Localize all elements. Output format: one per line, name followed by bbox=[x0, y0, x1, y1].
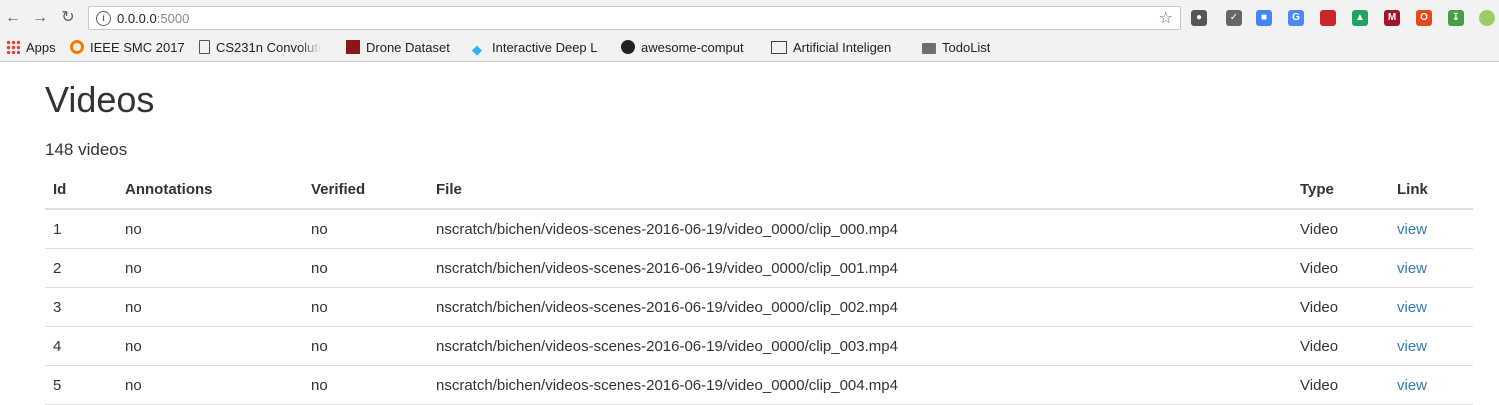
cell-id: 2 bbox=[45, 248, 117, 288]
table-row: 2 no no nscratch/bichen/videos-scenes-20… bbox=[45, 248, 1473, 288]
bookmark-interactive-deep[interactable]: ◆ Interactive Deep L bbox=[472, 39, 608, 57]
bookmark-label: Apps bbox=[26, 40, 56, 55]
cell-type: Video bbox=[1292, 326, 1389, 366]
cell-verified: no bbox=[303, 209, 428, 249]
video-count: 148 videos bbox=[45, 140, 128, 159]
bookmark-drone-dataset[interactable]: Drone Dataset bbox=[346, 39, 450, 57]
bookmark-label: TodoList bbox=[942, 40, 991, 55]
apps-grid-icon bbox=[6, 40, 20, 54]
cell-id: 4 bbox=[45, 326, 117, 366]
page-icon bbox=[199, 40, 210, 54]
cell-link: view bbox=[1389, 209, 1473, 249]
diamond-icon: ◆ bbox=[472, 42, 482, 57]
page-title: Videos bbox=[45, 79, 155, 120]
address-bar[interactable]: i 0.0.0.0:5000 ☆ bbox=[88, 6, 1181, 30]
forward-arrow-icon[interactable]: → bbox=[31, 9, 49, 27]
table-row: 1 no no nscratch/bichen/videos-scenes-20… bbox=[45, 209, 1473, 249]
office-icon[interactable]: O bbox=[1416, 10, 1432, 26]
url-host: 0.0.0.0 bbox=[117, 11, 157, 26]
info-icon[interactable]: i bbox=[96, 11, 111, 26]
cell-link: view bbox=[1389, 248, 1473, 288]
cell-file: nscratch/bichen/videos-scenes-2016-06-19… bbox=[428, 365, 1292, 405]
cell-verified: no bbox=[303, 287, 428, 327]
cell-annotations: no bbox=[117, 365, 303, 405]
reload-icon[interactable]: ↻ bbox=[59, 9, 77, 27]
cell-annotations: no bbox=[117, 326, 303, 366]
bookmark-apps[interactable]: Apps bbox=[6, 39, 56, 57]
book-icon bbox=[771, 41, 787, 54]
feedly-icon[interactable]: ↧ bbox=[1448, 10, 1464, 26]
table-row: 3 no no nscratch/bichen/videos-scenes-20… bbox=[45, 287, 1473, 327]
videos-table: Id Annotations Verified File Type Link 1… bbox=[45, 170, 1473, 405]
bookmark-cs231n[interactable]: CS231n Convoluti bbox=[199, 39, 334, 57]
bookmark-label: CS231n Convoluti bbox=[216, 40, 321, 55]
back-arrow-icon[interactable]: ← bbox=[4, 9, 22, 27]
bookmarks-bar: Apps IEEE SMC 2017 CS231n Convoluti Dron… bbox=[0, 36, 1499, 62]
google-drive-icon[interactable]: ▲ bbox=[1352, 10, 1368, 26]
table-row: 4 no no nscratch/bichen/videos-scenes-20… bbox=[45, 326, 1473, 366]
cell-verified: no bbox=[303, 365, 428, 405]
bookmark-label: awesome-comput bbox=[641, 40, 744, 55]
bookmark-ieee-smc[interactable]: IEEE SMC 2017 bbox=[70, 39, 185, 57]
header-file: File bbox=[428, 170, 1292, 210]
cell-annotations: no bbox=[117, 209, 303, 249]
cell-file: nscratch/bichen/videos-scenes-2016-06-19… bbox=[428, 248, 1292, 288]
cell-id: 1 bbox=[45, 209, 117, 249]
google-extension-icon[interactable]: ■ bbox=[1256, 10, 1272, 26]
bookmark-todolist[interactable]: TodoList bbox=[922, 39, 990, 57]
cell-verified: no bbox=[303, 248, 428, 288]
bookmark-label: Interactive Deep L bbox=[492, 40, 598, 55]
folder-icon bbox=[922, 43, 936, 54]
url-port: :5000 bbox=[156, 11, 190, 26]
header-verified: Verified bbox=[303, 170, 428, 210]
cell-link: view bbox=[1389, 287, 1473, 327]
cell-type: Video bbox=[1292, 365, 1389, 405]
cell-type: Video bbox=[1292, 209, 1389, 249]
cell-link: view bbox=[1389, 365, 1473, 405]
cell-type: Video bbox=[1292, 287, 1389, 327]
cell-annotations: no bbox=[117, 248, 303, 288]
cell-type: Video bbox=[1292, 248, 1389, 288]
extension-lock-icon[interactable]: ● bbox=[1191, 10, 1207, 26]
cell-id: 3 bbox=[45, 287, 117, 327]
cell-file: nscratch/bichen/videos-scenes-2016-06-19… bbox=[428, 287, 1292, 327]
cell-link: view bbox=[1389, 326, 1473, 366]
header-annotations: Annotations bbox=[117, 170, 303, 210]
view-link[interactable]: view bbox=[1397, 260, 1427, 277]
header-id: Id bbox=[45, 170, 117, 210]
view-link[interactable]: view bbox=[1397, 221, 1427, 238]
mendeley-icon[interactable]: M bbox=[1384, 10, 1400, 26]
ieee-logo-icon bbox=[70, 40, 84, 54]
bookmark-label: Drone Dataset bbox=[366, 40, 450, 55]
table-header-row: Id Annotations Verified File Type Link bbox=[45, 170, 1473, 210]
url-text[interactable]: 0.0.0.0:5000 bbox=[117, 11, 189, 26]
cell-id: 5 bbox=[45, 365, 117, 405]
view-link[interactable]: view bbox=[1397, 377, 1427, 394]
bookmark-label: IEEE SMC 2017 bbox=[90, 40, 185, 55]
translate-icon[interactable]: G bbox=[1288, 10, 1304, 26]
view-link[interactable]: view bbox=[1397, 338, 1427, 355]
header-link: Link bbox=[1389, 170, 1473, 210]
pocket-icon[interactable]: ✓ bbox=[1226, 10, 1242, 26]
table-row: 5 no no nscratch/bichen/videos-scenes-20… bbox=[45, 365, 1473, 405]
cell-file: nscratch/bichen/videos-scenes-2016-06-19… bbox=[428, 326, 1292, 366]
bookmark-label: Artificial Inteligen bbox=[793, 40, 892, 55]
status-dot-icon[interactable] bbox=[1479, 10, 1495, 26]
stanford-logo-icon bbox=[346, 40, 360, 54]
cell-annotations: no bbox=[117, 287, 303, 327]
red-book-icon[interactable] bbox=[1320, 10, 1336, 26]
cell-verified: no bbox=[303, 326, 428, 366]
github-icon bbox=[621, 40, 635, 54]
view-link[interactable]: view bbox=[1397, 299, 1427, 316]
browser-toolbar: ← → ↻ i 0.0.0.0:5000 ☆ ● ✓ ■ G ▲ M O ↧ bbox=[0, 0, 1499, 36]
header-type: Type bbox=[1292, 170, 1389, 210]
bookmark-star-icon[interactable]: ☆ bbox=[1159, 8, 1173, 28]
bookmark-awesome-computer[interactable]: awesome-comput bbox=[621, 39, 758, 57]
bookmark-artificial-intelligence[interactable]: Artificial Inteligen bbox=[771, 39, 910, 57]
cell-file: nscratch/bichen/videos-scenes-2016-06-19… bbox=[428, 209, 1292, 249]
